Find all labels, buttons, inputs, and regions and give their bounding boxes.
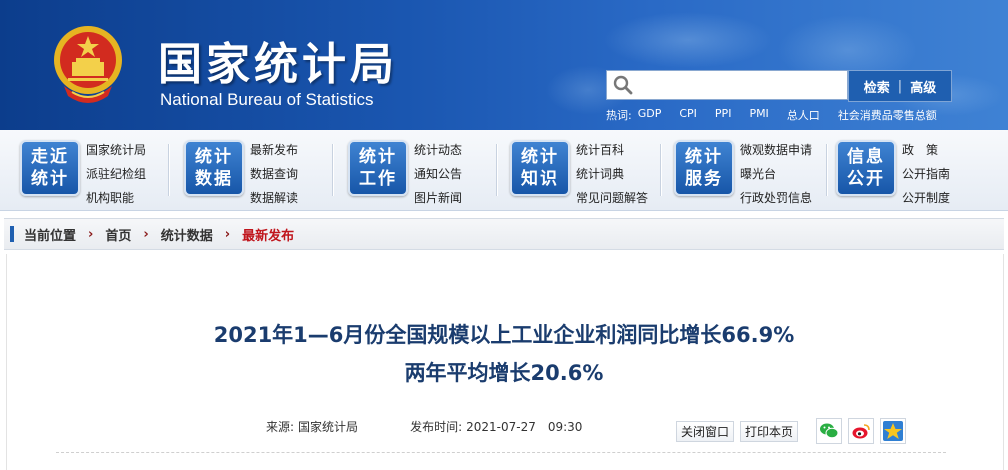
- nav-link-photo-news[interactable]: 图片新闻: [414, 186, 462, 210]
- hot-words-label: 热词:: [606, 109, 632, 122]
- hot-word-ppi[interactable]: PPI: [715, 107, 732, 123]
- nav-divider: [496, 144, 497, 196]
- search-separator: |: [897, 78, 903, 94]
- nav-link-dictionary[interactable]: 统计词典: [576, 162, 648, 186]
- nav-link-penalties[interactable]: 行政处罚信息: [740, 186, 812, 210]
- nav-link-encyclopedia[interactable]: 统计百科: [576, 138, 648, 162]
- nav-divider: [168, 144, 169, 196]
- article-title-line2: 两年平均增长20.6%: [404, 361, 604, 385]
- breadcrumb: 当前位置 › 首页 › 统计数据 › 最新发布: [4, 218, 1004, 250]
- nav-tile-line: 数据: [195, 169, 233, 189]
- breadcrumb-marker: [10, 226, 14, 242]
- nav-tile-line: 工作: [359, 169, 397, 189]
- nav-tile-service[interactable]: 统计 服务: [674, 140, 734, 196]
- search-icon: [613, 75, 633, 95]
- breadcrumb-label: 当前位置: [24, 228, 77, 244]
- search-buttons: 检索 | 高级: [848, 70, 952, 102]
- nav-link-data-query[interactable]: 数据查询: [250, 162, 298, 186]
- article-meta: 来源: 国家统计局 发布时间: 2021-07-27 09:30: [266, 418, 582, 435]
- nav-link-discipline-group[interactable]: 派驻纪检组: [86, 162, 146, 186]
- nav-tile-line: 统计: [195, 147, 233, 167]
- nav-link-functions[interactable]: 机构职能: [86, 186, 146, 210]
- nav-tile-line: 统计: [685, 147, 723, 167]
- chevron-right-icon: ›: [88, 226, 94, 242]
- nav-tile-line: 统计: [359, 147, 397, 167]
- article-tools: 关闭窗口 打印本页: [676, 418, 907, 444]
- national-emblem-icon: [54, 26, 122, 103]
- nav-links-work: 统计动态 通知公告 图片新闻: [414, 138, 462, 210]
- hot-word-pmi[interactable]: PMI: [749, 107, 768, 123]
- nav-link-microdata[interactable]: 微观数据申请: [740, 138, 812, 162]
- source-value: 国家统计局: [298, 420, 359, 434]
- search-box: [606, 70, 848, 100]
- article-title: 2021年1—6月份全国规模以上工业企业利润同比增长66.9% 两年平均增长20…: [0, 316, 1008, 392]
- nav-divider: [826, 144, 827, 196]
- nav-links-service: 微观数据申请 曝光台 行政处罚信息: [740, 138, 812, 210]
- nav-tile-line: 统计: [521, 147, 559, 167]
- nav-tile-line: 服务: [685, 169, 723, 189]
- breadcrumb-statistics-data[interactable]: 统计数据: [161, 225, 213, 244]
- nav-tile-line: 公开: [847, 169, 885, 189]
- hot-word-cpi[interactable]: CPI: [679, 107, 697, 123]
- nav-link-exposure[interactable]: 曝光台: [740, 162, 812, 186]
- hot-word-population[interactable]: 总人口: [787, 107, 820, 123]
- nav-tile-disclosure[interactable]: 信息 公开: [836, 140, 896, 196]
- hot-words: 热词: GDP CPI PPI PMI 总人口 社会消费品零售总额: [606, 107, 955, 123]
- hot-word-gdp[interactable]: GDP: [638, 107, 662, 123]
- breadcrumb-home[interactable]: 首页: [105, 225, 131, 244]
- date-label: 发布时间:: [410, 420, 463, 434]
- nav-divider: [660, 144, 661, 196]
- nav-tile-work[interactable]: 统计 工作: [348, 140, 408, 196]
- search-button[interactable]: 检索: [864, 77, 890, 96]
- article-title-line1: 2021年1—6月份全国规模以上工业企业利润同比增长66.9%: [213, 323, 795, 347]
- nav-links-disclosure: 政 策 公开指南 公开制度: [902, 138, 950, 210]
- site-title: 国家统计局: [158, 39, 398, 90]
- nav-link-notices[interactable]: 通知公告: [414, 162, 462, 186]
- nav-tile-line: 知识: [521, 169, 559, 189]
- publish-date: 2021-07-27 09:30: [466, 420, 583, 434]
- weibo-share-icon[interactable]: [848, 418, 875, 444]
- chevron-right-icon: ›: [143, 226, 149, 242]
- nav-links-about: 国家统计局 派驻纪检组 机构职能: [86, 138, 146, 210]
- nav-links-knowledge: 统计百科 统计词典 常见问题解答: [576, 138, 648, 210]
- nav-link-policy[interactable]: 政 策: [902, 138, 950, 162]
- print-page-button[interactable]: 打印本页: [740, 420, 799, 442]
- search-input[interactable]: [641, 73, 845, 97]
- nav-link-nbs[interactable]: 国家统计局: [86, 138, 146, 162]
- source-label: 来源:: [266, 420, 295, 434]
- nav-tile-line: 走近: [31, 147, 69, 167]
- nav-link-data-interpretation[interactable]: 数据解读: [250, 186, 298, 210]
- nav-tile-about[interactable]: 走近 统计: [20, 140, 80, 196]
- share-buttons: [816, 418, 907, 444]
- nav-link-faq[interactable]: 常见问题解答: [576, 186, 648, 210]
- qzone-share-icon[interactable]: [880, 418, 907, 444]
- nav-tile-line: 统计: [31, 169, 69, 189]
- nav-link-disclosure-rules[interactable]: 公开制度: [902, 186, 950, 210]
- nav-link-dynamics[interactable]: 统计动态: [414, 138, 462, 162]
- nav-link-latest-release[interactable]: 最新发布: [250, 138, 298, 162]
- breadcrumb-current[interactable]: 最新发布: [242, 225, 294, 244]
- nav-divider: [332, 144, 333, 196]
- nav-tile-data[interactable]: 统计 数据: [184, 140, 244, 196]
- nav-tile-line: 信息: [847, 147, 885, 167]
- site-subtitle: National Bureau of Statistics: [160, 90, 374, 109]
- hot-word-retail-sales[interactable]: 社会消费品零售总额: [838, 107, 937, 123]
- article-divider: [56, 452, 946, 453]
- site-header: 国家统计局 National Bureau of Statistics 检索 |…: [0, 0, 1008, 130]
- wechat-share-icon[interactable]: [816, 418, 843, 444]
- chevron-right-icon: ›: [224, 226, 231, 242]
- close-window-button[interactable]: 关闭窗口: [676, 420, 735, 442]
- nav-tile-knowledge[interactable]: 统计 知识: [510, 140, 570, 196]
- nav-links-data: 最新发布 数据查询 数据解读: [250, 138, 298, 210]
- main-nav: 走近 统计 国家统计局 派驻纪检组 机构职能 统计 数据 最新发布 数据查询 数…: [0, 130, 1008, 211]
- nav-link-disclosure-guide[interactable]: 公开指南: [902, 162, 950, 186]
- advanced-search-button[interactable]: 高级: [910, 77, 936, 96]
